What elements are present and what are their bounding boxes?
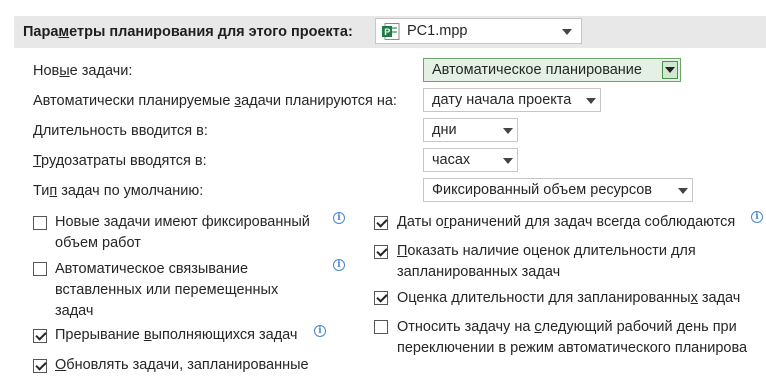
work-units-dropdown[interactable]: часах — [423, 148, 518, 172]
honor-constraints-checkbox[interactable] — [374, 216, 388, 230]
info-icon[interactable]: i — [751, 211, 763, 223]
task-type-label: Тип задач по умолчанию: — [33, 183, 204, 199]
show-estimated-label: Показать наличие оценок длительности для — [397, 243, 696, 259]
fixed-work-checkbox[interactable] — [33, 216, 47, 230]
task-type-dropdown[interactable]: Фиксированный объем ресурсов — [423, 178, 693, 202]
auto-scheduled-value: дату начала проекта — [432, 92, 572, 108]
update-manual-label: Обновлять задачи, запланированные — [55, 357, 309, 373]
keep-next-day-checkbox[interactable] — [374, 320, 388, 334]
new-estimated-checkbox[interactable] — [374, 291, 388, 305]
chevron-down-icon — [503, 158, 513, 164]
honor-constraints-label: Даты ограничений для задач всегда соблюд… — [397, 214, 736, 230]
header-label: Параметры планирования для этого проекта… — [23, 24, 353, 40]
chevron-down-icon — [586, 98, 596, 104]
autolink-label-line2: вставленных или перемещенных — [55, 282, 279, 298]
work-units-value: часах — [432, 152, 471, 168]
autolink-label-line3: задач — [55, 303, 94, 319]
new-tasks-value: Автоматическое планирование — [432, 62, 642, 78]
work-label: Трудозатраты вводятся в: — [33, 153, 207, 169]
new-tasks-label: Новые задачи: — [33, 63, 133, 79]
fixed-work-label: Новые задачи имеют фиксированный — [55, 214, 310, 230]
duration-label: Длительность вводится в: — [33, 123, 208, 139]
task-type-value: Фиксированный объем ресурсов — [432, 182, 652, 198]
update-manual-checkbox[interactable] — [33, 359, 47, 373]
project-selector[interactable]: P PC1.mpp — [375, 18, 582, 44]
info-icon[interactable]: i — [333, 259, 345, 271]
split-tasks-label: Прерывание выполняющихся задач — [55, 327, 298, 343]
auto-scheduled-dropdown[interactable]: дату начала проекта — [423, 88, 601, 112]
show-estimated-label-line2: запланированных задач — [397, 264, 561, 280]
split-tasks-checkbox[interactable] — [33, 329, 47, 343]
duration-units-value: дни — [432, 122, 457, 138]
chevron-down-icon — [665, 67, 675, 73]
show-estimated-checkbox[interactable] — [374, 245, 388, 259]
fixed-work-label-line2: объем работ — [55, 235, 141, 251]
new-tasks-dropdown[interactable]: Автоматическое планирование — [423, 58, 681, 82]
chevron-down-icon — [678, 188, 688, 194]
duration-units-dropdown[interactable]: дни — [423, 118, 518, 142]
chevron-down-icon[interactable] — [562, 29, 572, 35]
keep-next-day-label-line2: переключении в режим автоматического пла… — [397, 340, 748, 356]
chevron-down-icon — [503, 128, 513, 134]
autolink-checkbox[interactable] — [33, 262, 47, 276]
svg-text:P: P — [384, 27, 390, 37]
info-icon[interactable]: i — [333, 212, 345, 224]
new-tasks-dropdown-button[interactable] — [662, 61, 678, 79]
new-estimated-label: Оценка длительности для запланированных … — [397, 290, 741, 306]
info-icon[interactable]: i — [314, 325, 326, 337]
project-file-icon: P — [382, 23, 400, 40]
keep-next-day-label: Относить задачу на следующий рабочий ден… — [397, 319, 737, 335]
project-name: PC1.mpp — [407, 23, 468, 39]
auto-scheduled-label: Автоматически планируемые задачи планиру… — [33, 93, 397, 109]
scheduling-options-header: Параметры планирования для этого проекта… — [14, 16, 766, 48]
autolink-label: Автоматическое связывание — [55, 261, 249, 277]
